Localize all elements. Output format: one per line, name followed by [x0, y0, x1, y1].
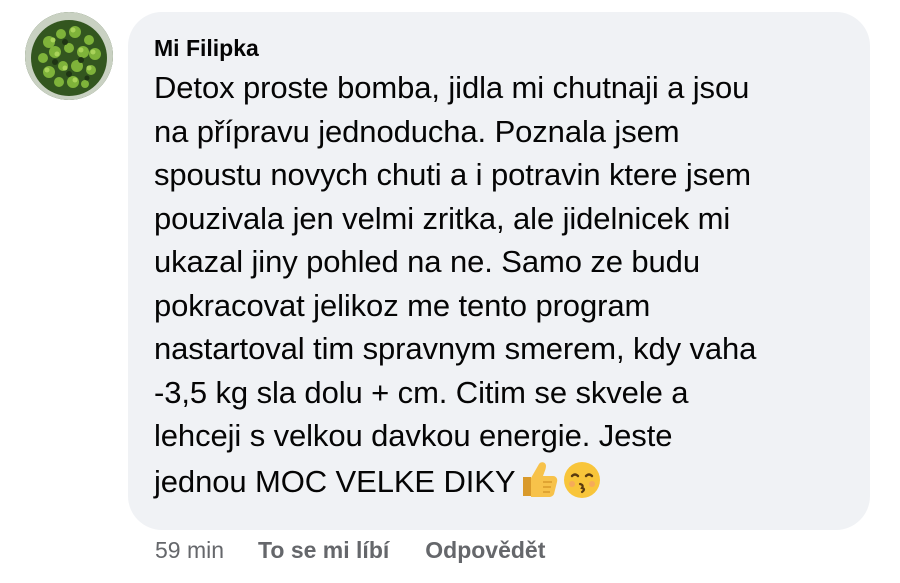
comment-bubble: Mi Filipka Detox proste bomba, jidla mi … — [128, 12, 870, 530]
kissing-face-icon — [561, 458, 603, 512]
comment-line: jednou MOC VELKE DIKY — [154, 463, 516, 499]
comment-timestamp[interactable]: 59 min — [155, 537, 224, 564]
comment-author[interactable]: Mi Filipka — [154, 34, 846, 62]
comment-container: Mi Filipka Detox proste bomba, jidla mi … — [0, 0, 900, 583]
comment-line: pouzivala jen velmi zritka, ale jidelnic… — [154, 200, 731, 236]
comment-line: spoustu novych chuti a i potravin ktere … — [154, 157, 751, 192]
avatar[interactable] — [25, 12, 113, 100]
comment-line: na přípravu jednoducha. Poznala jsem — [154, 113, 680, 149]
comment-last-line: jednou MOC VELKE DIKY — [154, 458, 846, 512]
comment-line: lehceji s velkou davkou energie. Jeste — [154, 418, 673, 453]
comment-line: -3,5 kg sla dolu + cm. Citim se skvele a — [154, 374, 689, 410]
comment-line: pokracovat jelikoz me tento program — [154, 287, 651, 323]
like-button[interactable]: To se mi líbí — [258, 537, 389, 564]
comment-text: Detox proste bomba, jidla mi chutnaji a … — [154, 66, 846, 511]
comment-line: ukazal jiny pohled na ne. Samo ze budu — [154, 244, 700, 279]
thumbs-up-icon — [517, 458, 559, 512]
avatar-plant-image — [25, 12, 113, 100]
comment-actions: 59 min To se mi líbí Odpovědět — [155, 533, 581, 567]
reply-button[interactable]: Odpovědět — [425, 537, 545, 564]
comment-line: nastartoval tim spravnym smerem, kdy vah… — [154, 331, 757, 366]
comment-line: Detox proste bomba, jidla mi chutnaji a … — [154, 70, 750, 105]
